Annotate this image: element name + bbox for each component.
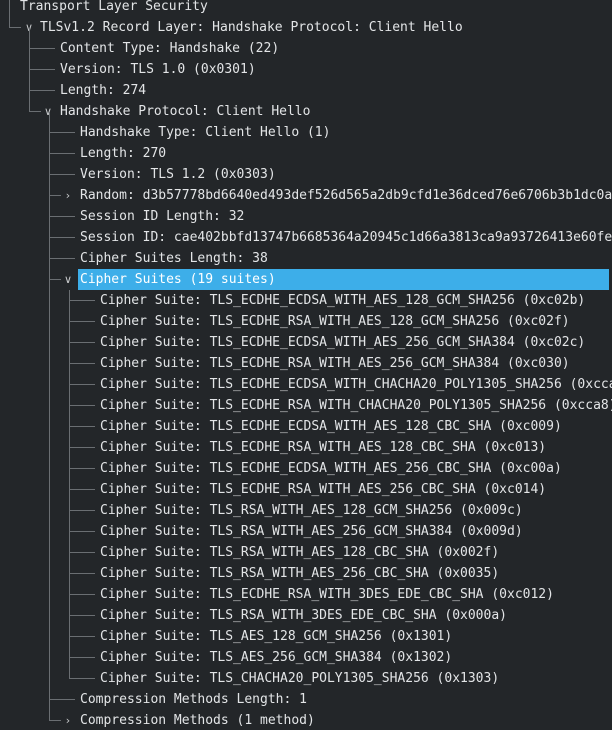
- tree-node-label: Cipher Suite: TLS_ECDHE_RSA_WITH_AES_128…: [100, 314, 570, 329]
- tree-node-compression-methods[interactable]: › Compression Methods (1 method): [0, 710, 612, 730]
- tree-node-label: Compression Methods (1 method): [80, 713, 315, 728]
- tree-node-label: Cipher Suite: TLS_ECDHE_ECDSA_WITH_AES_1…: [100, 419, 562, 434]
- tree-node-label: TLSv1.2 Record Layer: Handshake Protocol…: [40, 20, 463, 35]
- tree-node-cipher-suites-length[interactable]: Cipher Suites Length: 38: [0, 248, 612, 269]
- tree-guide-line: [49, 132, 75, 133]
- tree-node-handshake[interactable]: ∨ Handshake Protocol: Client Hello: [0, 101, 612, 122]
- tree-guide-line: [69, 290, 70, 679]
- packet-details-tree[interactable]: Transport Layer Security ∨ TLSv1.2 Recor…: [0, 0, 612, 730]
- tree-node-tls[interactable]: Transport Layer Security: [0, 0, 612, 17]
- tree-guide-line: [69, 531, 95, 532]
- tree-guide-line: [69, 384, 95, 385]
- tree-node-label: Session ID Length: 32: [80, 209, 245, 224]
- tree-guide-line: [9, 27, 21, 28]
- tree-node-label: Cipher Suite: TLS_RSA_WITH_AES_128_CBC_S…: [100, 545, 500, 560]
- tree-node-label: Random: d3b57778bd6640ed493def526d565a2d…: [80, 188, 612, 203]
- tree-node-label: Cipher Suites Length: 38: [80, 251, 268, 266]
- tree-node-label: Version: TLS 1.2 (0x0303): [80, 167, 276, 182]
- tree-guide-line: [69, 678, 95, 679]
- tree-node-label: Cipher Suite: TLS_ECDHE_ECDSA_WITH_AES_1…: [100, 293, 586, 308]
- tree-node-content-type[interactable]: Content Type: Handshake (22): [0, 38, 612, 59]
- tree-node-label: Cipher Suite: TLS_AES_256_GCM_SHA384 (0x…: [100, 650, 453, 665]
- tree-node-random[interactable]: › Random: d3b57778bd6640ed493def526d565a…: [0, 185, 612, 206]
- tree-guide-line: [69, 636, 95, 637]
- tree-guide-line: [29, 48, 55, 49]
- tree-guide-line: [49, 279, 61, 280]
- tree-node-label: Handshake Type: Client Hello (1): [80, 125, 331, 140]
- tree-node-label: Cipher Suite: TLS_ECDHE_RSA_WITH_3DES_ED…: [100, 587, 554, 602]
- tree-node-label: Session ID: cae402bbfd13747b6685364a2094…: [80, 230, 612, 245]
- tree-node-session-id[interactable]: Session ID: cae402bbfd13747b6685364a2094…: [0, 227, 612, 248]
- chevron-down-icon[interactable]: ∨: [62, 269, 74, 290]
- tree-node-label: Length: 270: [80, 146, 167, 161]
- tree-node-handshake-version[interactable]: Version: TLS 1.2 (0x0303): [0, 164, 612, 185]
- tree-guide-line: [69, 300, 95, 301]
- tree-node-label: Compression Methods Length: 1: [80, 692, 307, 707]
- tree-guide-line: [49, 216, 75, 217]
- tree-guide-line: [49, 699, 75, 700]
- tree-guide-line: [69, 573, 95, 574]
- tree-guide-line: [29, 69, 55, 70]
- tree-node-label: Cipher Suite: TLS_ECDHE_RSA_WITH_CHACHA2…: [100, 398, 612, 413]
- tree-guide-line: [69, 489, 95, 490]
- tree-node-handshake-type[interactable]: Handshake Type: Client Hello (1): [0, 122, 612, 143]
- tree-node-record-layer[interactable]: ∨ TLSv1.2 Record Layer: Handshake Protoc…: [0, 17, 612, 38]
- tree-node-label: Cipher Suite: TLS_ECDHE_RSA_WITH_AES_128…: [100, 440, 547, 455]
- tree-guide-line: [49, 237, 75, 238]
- tree-node-label: Cipher Suite: TLS_RSA_WITH_AES_256_CBC_S…: [100, 566, 500, 581]
- tree-node-label: Cipher Suite: TLS_ECDHE_ECDSA_WITH_AES_2…: [100, 335, 586, 350]
- tree-guide-line: [69, 468, 95, 469]
- tree-node-handshake-length[interactable]: Length: 270: [0, 143, 612, 164]
- tree-guide-line: [49, 174, 75, 175]
- tree-guide-line: [49, 195, 61, 196]
- tree-node-label: Content Type: Handshake (22): [60, 41, 280, 56]
- tree-node-label: Cipher Suite: TLS_RSA_WITH_AES_256_GCM_S…: [100, 524, 523, 539]
- tree-node-record-length[interactable]: Length: 274: [0, 80, 612, 101]
- tree-guide-line: [29, 28, 30, 112]
- tree-node-label: Cipher Suite: TLS_AES_128_GCM_SHA256 (0x…: [100, 629, 453, 644]
- tree-guide-line: [29, 90, 55, 91]
- tree-guide-line: [69, 405, 95, 406]
- tree-node-label: Cipher Suite: TLS_CHACHA20_POLY1305_SHA2…: [100, 671, 500, 686]
- tree-guide-line: [69, 510, 95, 511]
- tree-guide-line: [49, 258, 75, 259]
- tree-guide-line: [49, 112, 50, 721]
- tree-guide-line: [69, 552, 95, 553]
- tree-node-label: Cipher Suite: TLS_RSA_WITH_AES_128_GCM_S…: [100, 503, 523, 518]
- tree-guide-line: [69, 363, 95, 364]
- tree-guide-line: [69, 447, 95, 448]
- tree-node-label: Length: 274: [60, 83, 147, 98]
- tree-node-label: Version: TLS 1.0 (0x0301): [60, 62, 256, 77]
- tree-node-label: Transport Layer Security: [20, 0, 208, 14]
- tree-node-label: Cipher Suite: TLS_RSA_WITH_3DES_EDE_CBC_…: [100, 608, 507, 623]
- tree-guide-line: [69, 657, 95, 658]
- tree-node-record-version[interactable]: Version: TLS 1.0 (0x0301): [0, 59, 612, 80]
- tree-guide-line: [9, 0, 10, 28]
- tree-guide-line: [69, 594, 95, 595]
- tree-node-session-id-length[interactable]: Session ID Length: 32: [0, 206, 612, 227]
- tree-node-label: Cipher Suite: TLS_ECDHE_ECDSA_WITH_CHACH…: [100, 377, 612, 392]
- tree-guide-line: [69, 615, 95, 616]
- tree-node-label: Cipher Suites (19 suites): [78, 269, 609, 290]
- tree-node-label: Handshake Protocol: Client Hello: [60, 104, 311, 119]
- chevron-right-icon[interactable]: ›: [62, 185, 74, 206]
- tree-node-compression-methods-length[interactable]: Compression Methods Length: 1: [0, 689, 612, 710]
- tree-guide-line: [49, 153, 75, 154]
- tree-node-label: Cipher Suite: TLS_ECDHE_RSA_WITH_AES_256…: [100, 482, 547, 497]
- tree-guide-line: [69, 321, 95, 322]
- tree-node-label: Cipher Suite: TLS_ECDHE_ECDSA_WITH_AES_2…: [100, 461, 562, 476]
- chevron-right-icon[interactable]: ›: [62, 710, 74, 730]
- tree-guide-line: [49, 720, 61, 721]
- tree-guide-line: [29, 111, 41, 112]
- tree-guide-line: [69, 342, 95, 343]
- chevron-down-icon[interactable]: ∨: [42, 101, 54, 122]
- tree-node-label: Cipher Suite: TLS_ECDHE_RSA_WITH_AES_256…: [100, 356, 570, 371]
- tree-guide-line: [69, 426, 95, 427]
- tree-node-cipher-suites[interactable]: ∨ Cipher Suites (19 suites): [0, 269, 612, 290]
